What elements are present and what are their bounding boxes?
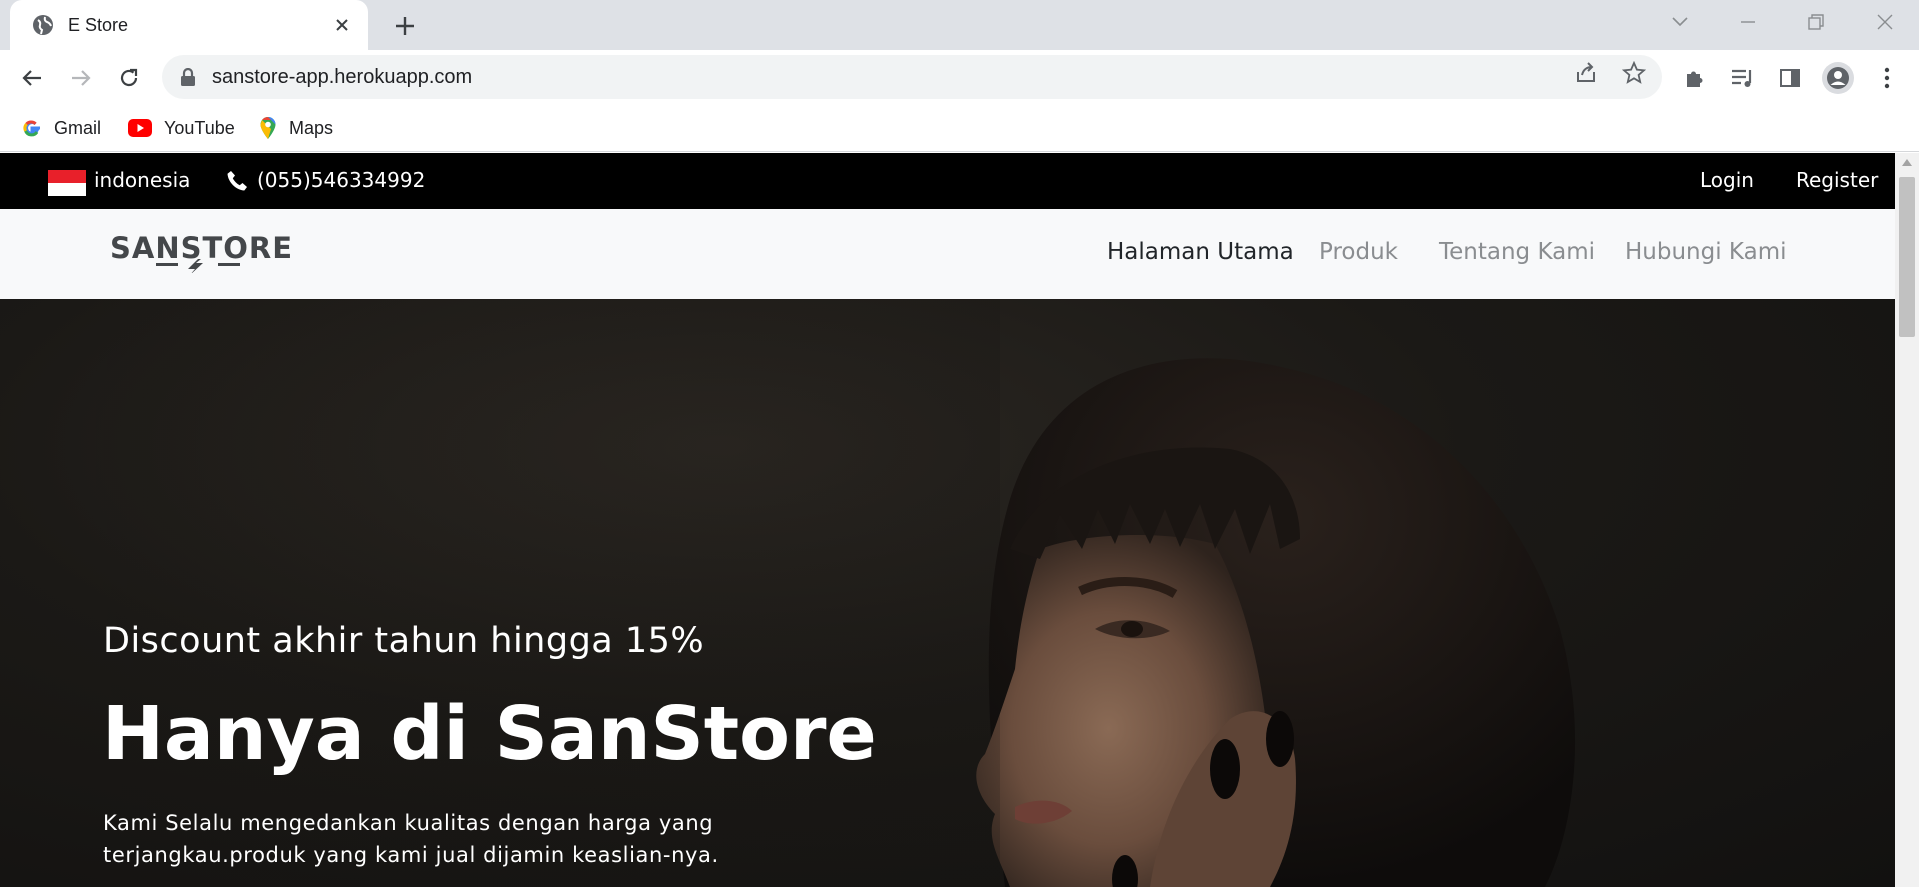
bookmark-youtube[interactable]: YouTube [128,114,235,142]
bookmark-label: Maps [289,117,334,138]
forward-icon[interactable] [66,63,96,93]
extensions-icon[interactable] [1681,64,1709,92]
nav-link-tentang-kami[interactable]: Tentang Kami [1439,239,1595,265]
phone-icon [227,171,247,191]
side-panel-icon[interactable] [1776,64,1804,92]
minimize-icon[interactable] [1733,8,1763,36]
bookmark-star-icon[interactable] [1621,60,1647,86]
sanstore-logo[interactable]: SANSTORE [110,233,292,283]
nav-link-produk[interactable]: Produk [1319,239,1398,265]
bookmark-label: YouTube [164,117,235,138]
hero-subtitle: Discount akhir tahun hingga 15% [103,621,705,661]
maps-icon [260,117,276,139]
country-label: indonesia [94,168,191,192]
nav-link-halaman-utama[interactable]: Halaman Utama [1107,239,1294,265]
gmail-icon [23,120,40,137]
scroll-thumb[interactable] [1899,177,1915,337]
reload-icon[interactable] [114,63,144,93]
browser-tabstrip: E Store [0,0,1919,50]
bookmark-label: Gmail [54,117,102,138]
indonesia-flag-icon [48,170,86,196]
hero-banner: Discount akhir tahun hingga 15% Hanya di… [0,299,1895,887]
hero-description: Kami Selalu mengedankan kualitas dengan … [103,811,719,867]
bookmark-maps[interactable]: Maps [259,114,333,142]
new-tab-button[interactable] [391,12,419,40]
restore-icon[interactable] [1801,8,1831,36]
browser-toolbar: sanstore-app.herokuapp.com [0,50,1919,104]
top-info-bar: indonesia (055)546334992 Login Register [0,153,1895,209]
back-icon[interactable] [17,63,47,93]
media-control-icon[interactable] [1729,64,1757,92]
hero-title: Hanya di SanStore [102,691,877,777]
globe-icon [33,15,53,35]
page-viewport: indonesia (055)546334992 Login Register … [0,153,1895,887]
scroll-up-arrow-icon[interactable] [1902,159,1912,166]
tab-title: E Store [68,14,129,35]
main-navbar: SANSTORE Halaman Utama Produk Tentang Ka… [0,209,1895,299]
lock-icon [181,68,195,86]
profile-avatar-icon[interactable] [1822,62,1854,94]
browser-tab[interactable]: E Store [10,0,368,50]
address-bar[interactable]: sanstore-app.herokuapp.com [162,55,1662,99]
url-text: sanstore-app.herokuapp.com [212,65,473,88]
close-tab-icon[interactable] [332,15,352,35]
share-icon[interactable] [1573,60,1599,86]
youtube-icon [128,119,152,137]
tab-search-icon[interactable] [1665,8,1695,36]
register-link[interactable]: Register [1796,168,1878,192]
hero-model-photo [0,299,1576,887]
kebab-menu-icon[interactable] [1873,64,1901,92]
page-scrollbar[interactable] [1895,153,1919,887]
phone-number: (055)546334992 [257,168,426,192]
bookmark-gmail[interactable]: Gmail [22,114,101,142]
nav-link-hubungi-kami[interactable]: Hubungi Kami [1625,239,1787,265]
close-window-icon[interactable] [1870,8,1900,36]
login-link[interactable]: Login [1700,168,1754,192]
bookmarks-bar: Gmail YouTube Maps [0,104,1919,152]
